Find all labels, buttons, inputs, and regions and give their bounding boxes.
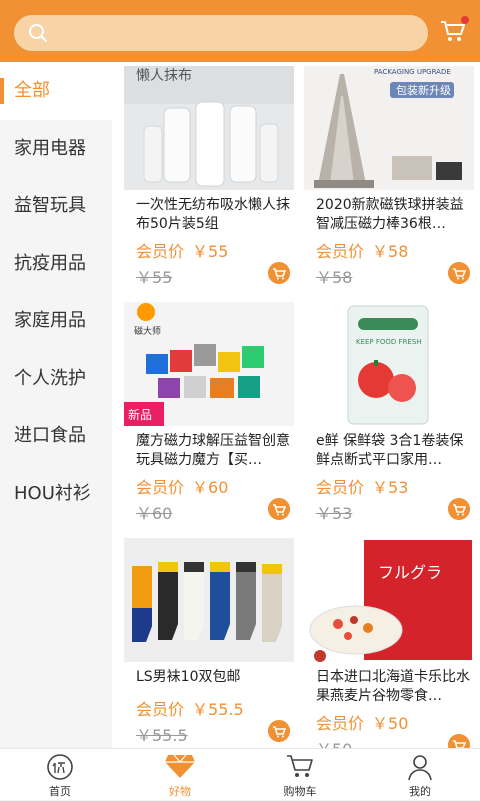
product-image-magnetic-tower: PACKAGING UPGRADE 包装新升级 xyxy=(304,66,474,190)
original-price: ￥58 xyxy=(316,268,353,287)
cart-notification-dot xyxy=(461,16,469,24)
product-card[interactable]: 磁大师 新品 魔方磁力球解压益智创意玩具磁力魔方【买… 会员价 ￥60 ￥60 xyxy=(124,302,294,523)
product-image-socks xyxy=(124,538,294,662)
category-all[interactable]: 全部 xyxy=(0,62,112,120)
add-to-cart-icon[interactable] xyxy=(448,262,470,284)
vip-label: 会员价 xyxy=(316,714,365,733)
user-icon xyxy=(408,755,432,781)
product-price: ￥50 xyxy=(372,714,409,733)
original-price: ￥60 xyxy=(136,504,173,523)
category-epidemic[interactable]: 抗疫用品 xyxy=(0,235,112,293)
tab-mine[interactable]: 我的 xyxy=(360,749,480,801)
add-to-cart-icon[interactable] xyxy=(268,498,290,520)
tab-label: 好物 xyxy=(169,785,191,798)
original-price: ￥55 xyxy=(136,268,173,287)
image-caption: 新品 xyxy=(128,407,152,422)
header xyxy=(0,0,480,62)
product-price: ￥60 xyxy=(192,478,229,497)
original-price: ￥50 xyxy=(316,736,352,748)
tab-home[interactable]: 首页 xyxy=(0,749,120,801)
category-hou-shirts[interactable]: HOU衬衫 xyxy=(0,465,112,523)
product-card[interactable]: KEEP FOOD FRESH e鲜 保鲜袋 3合1卷装保鲜点断式平口家用… 会… xyxy=(304,302,474,523)
tab-goods[interactable]: 好物 xyxy=(120,749,240,801)
tab-label: 我的 xyxy=(409,785,431,798)
header-cart-button[interactable] xyxy=(440,16,469,44)
product-title: 日本进口北海道卡乐比水果燕麦片谷物零食… xyxy=(316,669,470,704)
product-title: 魔方磁力球解压益智创意玩具磁力魔方【买… xyxy=(136,433,290,468)
category-household[interactable]: 家庭用品 xyxy=(0,292,112,350)
product-price: ￥55 xyxy=(192,242,229,261)
image-caption: 懒人抹布 xyxy=(136,68,192,84)
add-to-cart-icon[interactable] xyxy=(448,734,470,748)
product-card[interactable]: フルグラ 日本进口北海道卡乐比水果燕麦片谷物零食… 会员价 ￥50 ￥50 xyxy=(304,538,474,748)
image-caption: PACKAGING UPGRADE xyxy=(374,68,451,76)
image-caption: フルグラ xyxy=(378,563,442,582)
product-grid: 懒人抹布 一次性无纺布吸水懒人抹布50片装5组 会员价 ￥55 ￥55 PACKA… xyxy=(112,62,480,748)
original-price: ￥55.5 xyxy=(136,726,188,745)
category-appliances[interactable]: 家用电器 xyxy=(0,120,112,178)
product-price: ￥53 xyxy=(372,478,409,497)
product-image-food-bag: KEEP FOOD FRESH xyxy=(304,302,474,426)
product-title: 一次性无纺布吸水懒人抹布50片装5组 xyxy=(136,197,290,232)
product-image-cereal: フルグラ xyxy=(304,538,474,662)
vip-label: 会员价 xyxy=(136,242,185,261)
category-personal-care[interactable]: 个人洗护 xyxy=(0,350,112,408)
category-imported-food[interactable]: 进口食品 xyxy=(0,407,112,465)
original-price: ￥53 xyxy=(316,504,353,523)
tab-cart[interactable]: 购物车 xyxy=(240,749,360,801)
category-toys[interactable]: 益智玩具 xyxy=(0,177,112,235)
product-price: ￥55.5 xyxy=(192,700,244,719)
vip-label: 会员价 xyxy=(136,700,185,719)
search-bar[interactable] xyxy=(14,15,428,51)
tab-label: 首页 xyxy=(49,785,71,798)
vip-label: 会员价 xyxy=(316,242,365,261)
vip-label: 会员价 xyxy=(136,478,185,497)
cart-icon xyxy=(441,21,465,41)
product-title: e鲜 保鲜袋 3合1卷装保鲜点断式平口家用… xyxy=(316,433,464,468)
image-caption: 包装新升级 xyxy=(396,83,451,97)
image-caption: 磁大师 xyxy=(134,325,161,337)
vip-label: 会员价 xyxy=(316,478,365,497)
bottom-tab-bar: 首页 好物 购物车 我的 xyxy=(0,748,480,800)
product-image-magic-cube: 磁大师 新品 xyxy=(124,302,294,426)
product-card[interactable]: LS男袜10双包邮 会员价 ￥55.5 ￥55.5 xyxy=(124,538,294,748)
add-to-cart-icon[interactable] xyxy=(268,720,290,742)
product-image-wipes: 懒人抹布 xyxy=(124,66,294,190)
category-sidebar: 全部 家用电器 益智玩具 抗疫用品 家庭用品 个人洗护 进口食品 HOU衬衫 xyxy=(0,62,112,748)
cart-icon xyxy=(287,755,313,777)
tab-label: 购物车 xyxy=(283,785,317,798)
search-icon xyxy=(29,24,48,43)
image-caption: KEEP FOOD FRESH xyxy=(356,338,422,346)
product-title: 2020新款磁铁球拼装益智减压磁力棒36根… xyxy=(316,197,464,232)
diamond-icon xyxy=(165,754,195,778)
product-card[interactable]: PACKAGING UPGRADE 包装新升级 2020新款磁铁球拼装益智减压磁… xyxy=(304,66,474,287)
product-card[interactable]: 懒人抹布 一次性无纺布吸水懒人抹布50片装5组 会员价 ￥55 ￥55 xyxy=(124,66,294,287)
add-to-cart-icon[interactable] xyxy=(268,262,290,284)
home-you-icon xyxy=(47,754,73,780)
add-to-cart-icon[interactable] xyxy=(448,498,470,520)
product-price: ￥58 xyxy=(372,242,409,261)
